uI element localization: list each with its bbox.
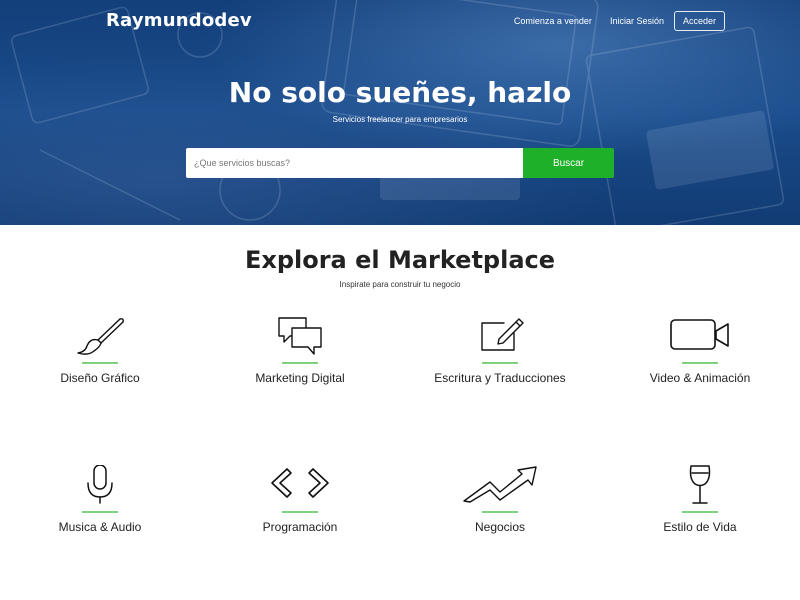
category-label: Marketing Digital (255, 371, 345, 385)
edit-icon (470, 316, 530, 356)
category-underline (282, 362, 318, 364)
brush-icon (70, 316, 130, 356)
category-label: Estilo de Vida (663, 520, 737, 534)
category-underline (682, 511, 718, 513)
category-underline (82, 511, 118, 513)
category-label: Escritura y Traducciones (434, 371, 566, 385)
wine-glass-icon (670, 465, 730, 505)
chat-bubbles-icon (270, 316, 330, 356)
hero-background-image (10, 0, 785, 225)
video-camera-icon (670, 316, 730, 356)
nav-sign-in-link[interactable]: Iniciar Sesión (610, 16, 664, 26)
nav-start-selling-link[interactable]: Comienza a vender (514, 16, 592, 26)
search-button[interactable]: Buscar (523, 148, 614, 178)
category-underline (682, 362, 718, 364)
category-label: Programación (262, 520, 338, 534)
trend-up-icon (462, 465, 538, 505)
login-button[interactable]: Acceder (673, 10, 725, 31)
marketplace-subtitle: Inspirate para construir tu negocio (339, 280, 461, 289)
hero-subtitle: Servicios freelancer para empresarios (332, 115, 468, 124)
category-underline (482, 511, 518, 513)
marketplace-title: Explora el Marketplace (244, 246, 556, 274)
search-bar: Buscar (186, 148, 614, 178)
top-nav: Comienza a vender Iniciar Sesión Acceder (496, 10, 725, 31)
hero-title: No solo sueñes, hazlo (228, 76, 572, 109)
category-underline (282, 511, 318, 513)
category-underline (482, 362, 518, 364)
code-icon (270, 465, 330, 505)
search-input[interactable] (186, 148, 523, 178)
category-label: Musica & Audio (58, 520, 142, 534)
category-underline (82, 362, 118, 364)
category-label: Video & Animación (649, 371, 751, 385)
microphone-icon (70, 464, 130, 505)
category-label: Negocios (474, 520, 526, 534)
hero-banner: Raymundodev Comienza a vender Iniciar Se… (0, 0, 800, 225)
category-label: Diseño Gráfico (60, 371, 140, 385)
brand-logo[interactable]: Raymundodev (106, 10, 252, 31)
